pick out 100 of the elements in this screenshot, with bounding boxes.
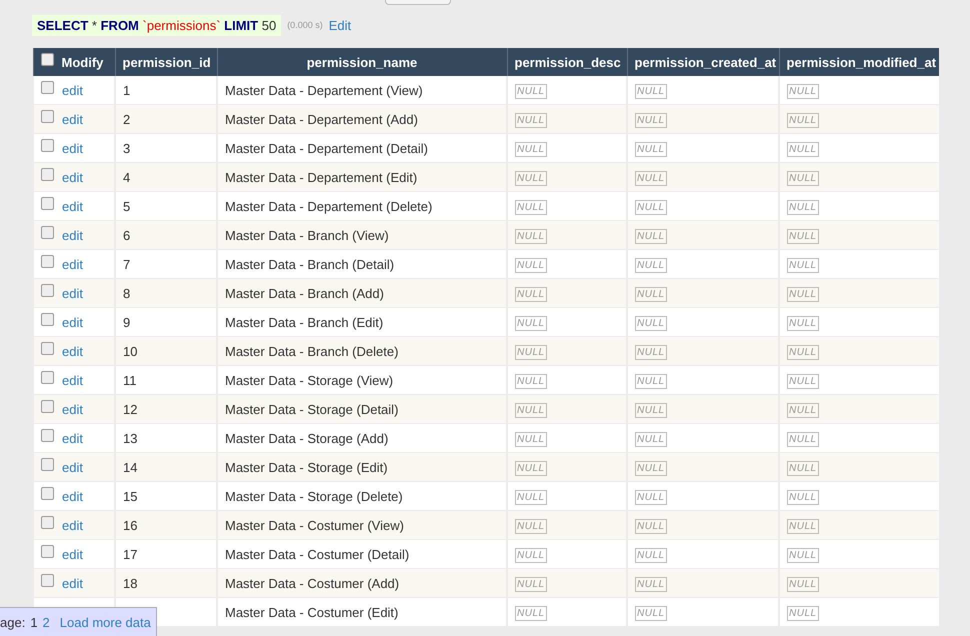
page-link[interactable]: 2 bbox=[42, 614, 50, 630]
null-value: NULL bbox=[515, 374, 547, 388]
row-checkbox[interactable] bbox=[41, 574, 54, 586]
null-value: NULL bbox=[787, 460, 819, 476]
null-value: NULL bbox=[787, 200, 819, 214]
null-value: NULL bbox=[515, 200, 547, 214]
null-value: NULL bbox=[635, 432, 667, 446]
null-value: NULL bbox=[515, 548, 547, 562]
table-cell: Master Data - Departement (Edit) bbox=[225, 170, 418, 184]
edit-link[interactable]: edit bbox=[62, 402, 83, 416]
null-value: NULL bbox=[787, 316, 819, 330]
table-cell: 1 bbox=[123, 82, 130, 98]
table-cell: 13 bbox=[123, 430, 138, 446]
null-value: NULL bbox=[515, 518, 547, 534]
row-checkbox[interactable] bbox=[41, 80, 54, 94]
null-value: NULL bbox=[787, 84, 819, 98]
edit-link[interactable]: edit bbox=[62, 576, 83, 590]
edit-link[interactable]: edit bbox=[62, 372, 83, 388]
table-cell: Master Data - Costumer (View) bbox=[225, 518, 404, 532]
table-cell: Master Data - Storage (Delete) bbox=[225, 488, 403, 504]
table-cell: Master Data - Branch (Edit) bbox=[225, 314, 384, 330]
edit-link[interactable]: edit bbox=[62, 546, 83, 562]
edit-link[interactable]: edit bbox=[62, 488, 83, 504]
table-cell: 6 bbox=[123, 228, 130, 242]
row-checkbox[interactable] bbox=[41, 428, 54, 442]
null-value: NULL bbox=[635, 374, 667, 388]
table-cell: Master Data - Storage (Detail) bbox=[225, 402, 398, 416]
edit-link[interactable]: edit bbox=[62, 286, 83, 300]
table-cell: 18 bbox=[123, 576, 138, 590]
sql-query: SELECT * FROM `permissions` LIMIT 50 bbox=[32, 14, 282, 36]
edit-link[interactable]: edit bbox=[62, 518, 83, 532]
null-value: NULL bbox=[515, 258, 547, 272]
row-checkbox[interactable] bbox=[41, 254, 54, 268]
load-more-link[interactable]: Load more data bbox=[60, 614, 151, 630]
null-value: NULL bbox=[515, 432, 547, 446]
table-cell: 14 bbox=[123, 460, 138, 474]
table-cell: Master Data - Storage (View) bbox=[225, 372, 394, 388]
null-value: NULL bbox=[515, 344, 547, 360]
null-value: NULL bbox=[635, 344, 667, 360]
edit-link[interactable]: edit bbox=[62, 430, 83, 446]
null-value: NULL bbox=[515, 606, 547, 620]
row-checkbox[interactable] bbox=[41, 284, 54, 296]
edit-link[interactable]: edit bbox=[62, 228, 83, 242]
row-checkbox[interactable] bbox=[41, 486, 54, 500]
null-value: NULL bbox=[515, 286, 547, 302]
null-value: NULL bbox=[635, 606, 667, 620]
row-checkbox[interactable] bbox=[41, 458, 54, 470]
edit-link[interactable]: edit bbox=[62, 140, 83, 156]
row-checkbox[interactable] bbox=[41, 370, 54, 384]
row-checkbox[interactable] bbox=[41, 342, 54, 354]
table-cell: Master Data - Departement (Detail) bbox=[225, 140, 428, 156]
row-checkbox[interactable] bbox=[41, 138, 54, 152]
edit-link[interactable]: edit bbox=[62, 112, 83, 126]
table-cell: 2 bbox=[123, 112, 130, 126]
null-value: NULL bbox=[787, 258, 819, 272]
null-value: NULL bbox=[787, 490, 819, 504]
null-value: NULL bbox=[515, 142, 547, 156]
row-checkbox[interactable] bbox=[41, 226, 54, 238]
table-cell: 4 bbox=[123, 170, 130, 184]
row-checkbox[interactable] bbox=[41, 168, 54, 180]
page-label: age: bbox=[0, 614, 26, 630]
row-checkbox[interactable] bbox=[41, 544, 54, 558]
table-cell: 11 bbox=[123, 372, 136, 388]
table-cell: Master Data - Departement (Add) bbox=[225, 112, 418, 126]
edit-link[interactable]: edit bbox=[62, 460, 83, 474]
table-cell: Master Data - Storage (Edit) bbox=[225, 460, 388, 474]
null-value: NULL bbox=[515, 316, 547, 330]
row-checkbox[interactable] bbox=[41, 196, 54, 210]
null-value: NULL bbox=[635, 228, 667, 244]
edit-link[interactable]: edit bbox=[62, 344, 83, 358]
row-checkbox[interactable] bbox=[41, 312, 54, 326]
row-checkbox[interactable] bbox=[41, 400, 54, 412]
null-value: NULL bbox=[635, 316, 667, 330]
null-value: NULL bbox=[787, 344, 819, 360]
table-cell: Master Data - Branch (View) bbox=[225, 228, 389, 242]
edit-link[interactable]: edit bbox=[62, 198, 83, 214]
table-cell: Master Data - Costumer (Detail) bbox=[225, 546, 410, 562]
null-value: NULL bbox=[635, 142, 667, 156]
edit-link[interactable]: edit bbox=[62, 170, 83, 184]
row-checkbox[interactable] bbox=[41, 110, 54, 122]
null-value: NULL bbox=[787, 548, 819, 562]
null-value: NULL bbox=[787, 374, 819, 388]
null-value: NULL bbox=[515, 402, 547, 418]
null-value: NULL bbox=[635, 402, 667, 418]
table-cell: Master Data - Storage (Add) bbox=[225, 430, 388, 446]
edit-query-link[interactable]: Edit bbox=[328, 18, 352, 32]
edit-link[interactable]: edit bbox=[62, 314, 83, 330]
null-value: NULL bbox=[635, 518, 667, 534]
null-value: NULL bbox=[787, 518, 819, 534]
null-value: NULL bbox=[515, 170, 547, 186]
edit-link[interactable]: edit bbox=[62, 256, 83, 272]
row-checkbox[interactable] bbox=[41, 516, 54, 528]
table-cell: 3 bbox=[123, 140, 130, 156]
null-value: NULL bbox=[787, 606, 819, 620]
table-cell: Master Data - Costumer (Add) bbox=[225, 576, 400, 590]
select-all-checkbox[interactable] bbox=[40, 52, 54, 66]
edit-link[interactable]: edit bbox=[62, 82, 83, 98]
table-cell: 7 bbox=[123, 256, 130, 272]
table-cell: 15 bbox=[123, 488, 138, 504]
null-value: NULL bbox=[515, 112, 547, 128]
